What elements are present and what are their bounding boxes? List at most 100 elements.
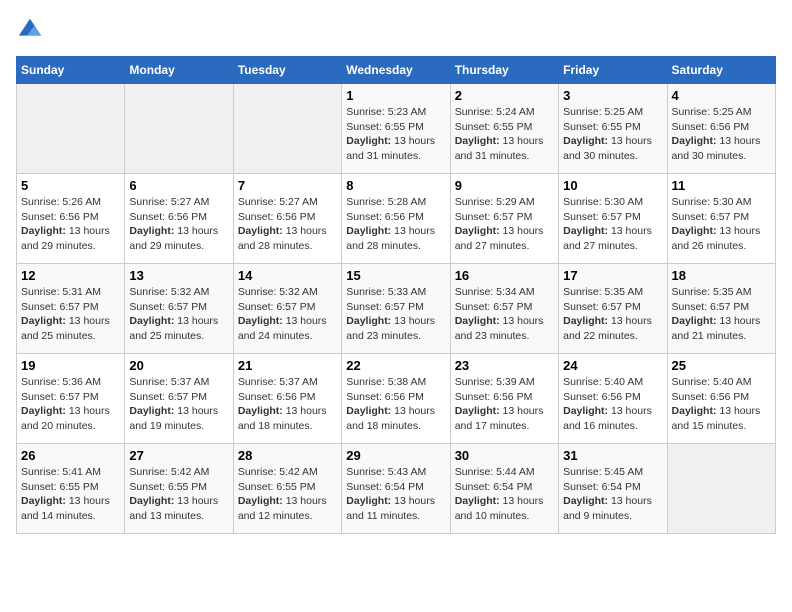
day-info: Sunrise: 5:37 AMSunset: 6:56 PMDaylight:…: [238, 375, 337, 434]
calendar-cell: 20Sunrise: 5:37 AMSunset: 6:57 PMDayligh…: [125, 354, 233, 444]
day-info: Sunrise: 5:45 AMSunset: 6:54 PMDaylight:…: [563, 465, 662, 524]
calendar-cell: 7 Sunrise: 5:27 AMSunset: 6:56 PMDaylight…: [233, 174, 341, 264]
day-number: 13: [129, 268, 228, 283]
day-info: Sunrise: 5:43 AMSunset: 6:54 PMDaylight:…: [346, 465, 445, 524]
day-number: 28: [238, 448, 337, 463]
calendar-cell: 11 Sunrise: 5:30 AMSunset: 6:57 PMDayligh…: [667, 174, 775, 264]
day-info: Sunrise: 5:33 AMSunset: 6:57 PMDaylight:…: [346, 285, 445, 344]
col-header-sunday: Sunday: [17, 57, 125, 84]
calendar-cell: 2 Sunrise: 5:24 AMSunset: 6:55 PMDaylight…: [450, 84, 558, 174]
day-info: Sunrise: 5:35 AMSunset: 6:57 PMDaylight:…: [672, 285, 771, 344]
calendar-cell: 13 Sunrise: 5:32 AMSunset: 6:57 PMDayligh…: [125, 264, 233, 354]
day-number: 23: [455, 358, 554, 373]
day-number: 2: [455, 88, 554, 103]
col-header-monday: Monday: [125, 57, 233, 84]
calendar-cell: 6 Sunrise: 5:27 AMSunset: 6:56 PMDaylight…: [125, 174, 233, 264]
day-info: Sunrise: 5:31 AMSunset: 6:57 PMDaylight:…: [21, 285, 120, 344]
calendar-cell: 25 Sunrise: 5:40 AMSunset: 6:56 PMDayligh…: [667, 354, 775, 444]
calendar-week-row: 1 Sunrise: 5:23 AMSunset: 6:55 PMDaylight…: [17, 84, 776, 174]
col-header-thursday: Thursday: [450, 57, 558, 84]
day-info: Sunrise: 5:32 AMSunset: 6:57 PMDaylight:…: [129, 285, 228, 344]
day-info: Sunrise: 5:29 AMSunset: 6:57 PMDaylight:…: [455, 195, 554, 254]
calendar-cell: 10 Sunrise: 5:30 AMSunset: 6:57 PMDayligh…: [559, 174, 667, 264]
col-header-saturday: Saturday: [667, 57, 775, 84]
calendar-cell: 19 Sunrise: 5:36 AMSunset: 6:57 PMDayligh…: [17, 354, 125, 444]
calendar-cell: 31 Sunrise: 5:45 AMSunset: 6:54 PMDayligh…: [559, 444, 667, 534]
col-header-tuesday: Tuesday: [233, 57, 341, 84]
day-number: 8: [346, 178, 445, 193]
calendar-cell: 14 Sunrise: 5:32 AMSunset: 6:57 PMDayligh…: [233, 264, 341, 354]
day-number: 5: [21, 178, 120, 193]
calendar-week-row: 5 Sunrise: 5:26 AMSunset: 6:56 PMDaylight…: [17, 174, 776, 264]
calendar-cell: 16 Sunrise: 5:34 AMSunset: 6:57 PMDayligh…: [450, 264, 558, 354]
day-info: Sunrise: 5:35 AMSunset: 6:57 PMDaylight:…: [563, 285, 662, 344]
calendar-cell: 15 Sunrise: 5:33 AMSunset: 6:57 PMDayligh…: [342, 264, 450, 354]
calendar-cell: [17, 84, 125, 174]
day-info: Sunrise: 5:40 AMSunset: 6:56 PMDaylight:…: [563, 375, 662, 434]
day-info: Sunrise: 5:23 AMSunset: 6:55 PMDaylight:…: [346, 105, 445, 164]
day-info: Sunrise: 5:24 AMSunset: 6:55 PMDaylight:…: [455, 105, 554, 164]
calendar-cell: 1 Sunrise: 5:23 AMSunset: 6:55 PMDaylight…: [342, 84, 450, 174]
calendar-cell: 18 Sunrise: 5:35 AMSunset: 6:57 PMDayligh…: [667, 264, 775, 354]
day-number: 19: [21, 358, 120, 373]
day-number: 6: [129, 178, 228, 193]
day-number: 22: [346, 358, 445, 373]
day-info: Sunrise: 5:39 AMSunset: 6:56 PMDaylight:…: [455, 375, 554, 434]
day-info: Sunrise: 5:26 AMSunset: 6:56 PMDaylight:…: [21, 195, 120, 254]
day-number: 17: [563, 268, 662, 283]
day-number: 25: [672, 358, 771, 373]
day-number: 11: [672, 178, 771, 193]
calendar-cell: 8 Sunrise: 5:28 AMSunset: 6:56 PMDaylight…: [342, 174, 450, 264]
day-info: Sunrise: 5:36 AMSunset: 6:57 PMDaylight:…: [21, 375, 120, 434]
day-number: 10: [563, 178, 662, 193]
day-number: 14: [238, 268, 337, 283]
calendar-cell: 3Sunrise: 5:25 AMSunset: 6:55 PMDaylight…: [559, 84, 667, 174]
col-header-friday: Friday: [559, 57, 667, 84]
day-number: 31: [563, 448, 662, 463]
calendar-cell: 23 Sunrise: 5:39 AMSunset: 6:56 PMDayligh…: [450, 354, 558, 444]
day-info: Sunrise: 5:27 AMSunset: 6:56 PMDaylight:…: [238, 195, 337, 254]
day-number: 26: [21, 448, 120, 463]
calendar-cell: 30 Sunrise: 5:44 AMSunset: 6:54 PMDayligh…: [450, 444, 558, 534]
calendar-cell: 26 Sunrise: 5:41 AMSunset: 6:55 PMDayligh…: [17, 444, 125, 534]
calendar-week-row: 19 Sunrise: 5:36 AMSunset: 6:57 PMDayligh…: [17, 354, 776, 444]
day-number: 12: [21, 268, 120, 283]
day-info: Sunrise: 5:25 AMSunset: 6:55 PMDaylight:…: [563, 105, 662, 164]
calendar-header-row: SundayMondayTuesdayWednesdayThursdayFrid…: [17, 57, 776, 84]
day-number: 7: [238, 178, 337, 193]
day-number: 20: [129, 358, 228, 373]
day-info: Sunrise: 5:40 AMSunset: 6:56 PMDaylight:…: [672, 375, 771, 434]
day-number: 30: [455, 448, 554, 463]
day-info: Sunrise: 5:30 AMSunset: 6:57 PMDaylight:…: [672, 195, 771, 254]
calendar-cell: 17 Sunrise: 5:35 AMSunset: 6:57 PMDayligh…: [559, 264, 667, 354]
calendar-cell: 9Sunrise: 5:29 AMSunset: 6:57 PMDaylight…: [450, 174, 558, 264]
day-info: Sunrise: 5:28 AMSunset: 6:56 PMDaylight:…: [346, 195, 445, 254]
day-number: 1: [346, 88, 445, 103]
calendar-week-row: 26 Sunrise: 5:41 AMSunset: 6:55 PMDayligh…: [17, 444, 776, 534]
day-info: Sunrise: 5:30 AMSunset: 6:57 PMDaylight:…: [563, 195, 662, 254]
calendar-cell: 28 Sunrise: 5:42 AMSunset: 6:55 PMDayligh…: [233, 444, 341, 534]
day-number: 18: [672, 268, 771, 283]
day-info: Sunrise: 5:44 AMSunset: 6:54 PMDaylight:…: [455, 465, 554, 524]
logo-icon: [16, 16, 44, 44]
calendar-cell: [233, 84, 341, 174]
calendar-cell: 29Sunrise: 5:43 AMSunset: 6:54 PMDayligh…: [342, 444, 450, 534]
day-number: 16: [455, 268, 554, 283]
day-info: Sunrise: 5:41 AMSunset: 6:55 PMDaylight:…: [21, 465, 120, 524]
day-info: Sunrise: 5:42 AMSunset: 6:55 PMDaylight:…: [129, 465, 228, 524]
calendar-cell: [667, 444, 775, 534]
calendar-table: SundayMondayTuesdayWednesdayThursdayFrid…: [16, 56, 776, 534]
day-info: Sunrise: 5:42 AMSunset: 6:55 PMDaylight:…: [238, 465, 337, 524]
calendar-cell: 22 Sunrise: 5:38 AMSunset: 6:56 PMDayligh…: [342, 354, 450, 444]
day-info: Sunrise: 5:38 AMSunset: 6:56 PMDaylight:…: [346, 375, 445, 434]
calendar-cell: 27Sunrise: 5:42 AMSunset: 6:55 PMDayligh…: [125, 444, 233, 534]
col-header-wednesday: Wednesday: [342, 57, 450, 84]
day-number: 21: [238, 358, 337, 373]
calendar-cell: 21 Sunrise: 5:37 AMSunset: 6:56 PMDayligh…: [233, 354, 341, 444]
day-info: Sunrise: 5:32 AMSunset: 6:57 PMDaylight:…: [238, 285, 337, 344]
day-info: Sunrise: 5:34 AMSunset: 6:57 PMDaylight:…: [455, 285, 554, 344]
logo: [16, 16, 48, 44]
day-number: 4: [672, 88, 771, 103]
day-number: 15: [346, 268, 445, 283]
day-info: Sunrise: 5:27 AMSunset: 6:56 PMDaylight:…: [129, 195, 228, 254]
